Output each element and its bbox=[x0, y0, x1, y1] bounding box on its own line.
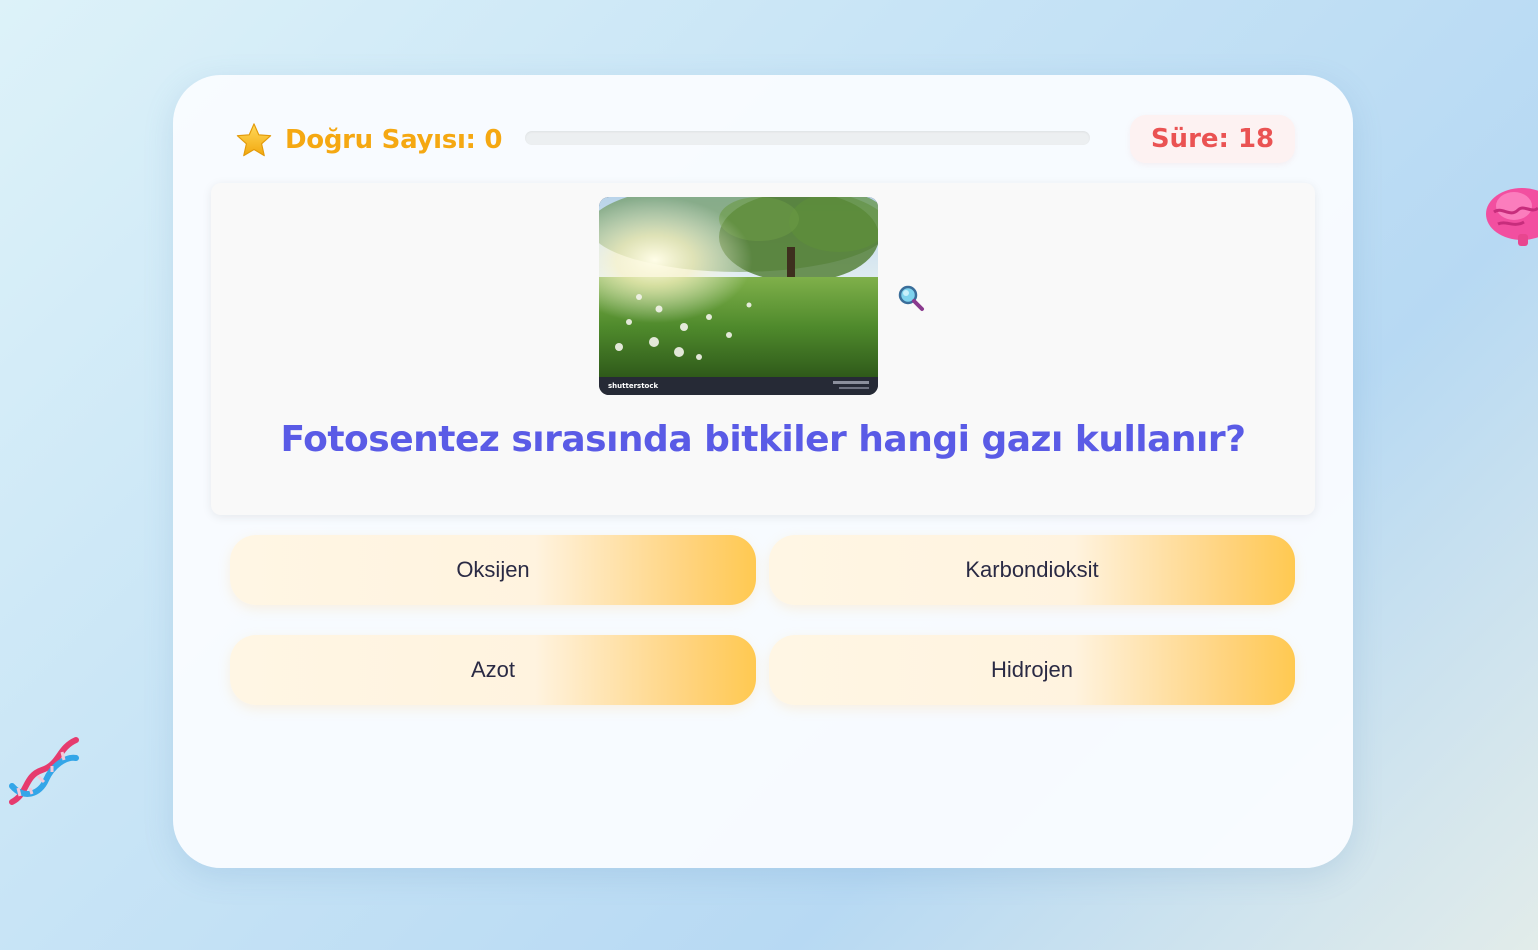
question-text: Fotosentez sırasında bitkiler hangi gazı… bbox=[280, 419, 1246, 460]
star-icon bbox=[236, 123, 272, 157]
score-label: Doğru Sayısı: 0 bbox=[285, 125, 503, 155]
answer-option-4[interactable]: Hidrojen bbox=[769, 635, 1295, 705]
answer-label: Oksijen bbox=[456, 557, 530, 582]
question-panel: shutterstock Fotosentez sırasında bitkil… bbox=[211, 183, 1315, 515]
dna-icon bbox=[9, 737, 79, 805]
meadow-photo: shutterstock bbox=[599, 197, 878, 395]
answer-label: Hidrojen bbox=[991, 657, 1073, 682]
answer-option-3[interactable]: Azot bbox=[230, 635, 756, 705]
answer-option-2[interactable]: Karbondioksit bbox=[769, 535, 1295, 605]
magnifier-icon[interactable] bbox=[897, 284, 925, 312]
timer-label: Süre: 18 bbox=[1150, 124, 1275, 154]
progress-bar bbox=[525, 131, 1090, 145]
question-image[interactable]: shutterstock bbox=[599, 197, 878, 395]
quiz-card: Doğru Sayısı: 0 Süre: 18 shutterstock Fo… bbox=[173, 75, 1353, 868]
timer-badge: Süre: 18 bbox=[1130, 115, 1295, 163]
answer-option-1[interactable]: Oksijen bbox=[230, 535, 756, 605]
score-display: Doğru Sayısı: 0 bbox=[235, 121, 503, 159]
answer-label: Karbondioksit bbox=[965, 557, 1099, 582]
watermark-text: shutterstock bbox=[608, 382, 658, 390]
answer-label: Azot bbox=[470, 657, 516, 682]
status-bar: Doğru Sayısı: 0 Süre: 18 bbox=[235, 115, 1295, 165]
brain-icon bbox=[1486, 188, 1538, 246]
